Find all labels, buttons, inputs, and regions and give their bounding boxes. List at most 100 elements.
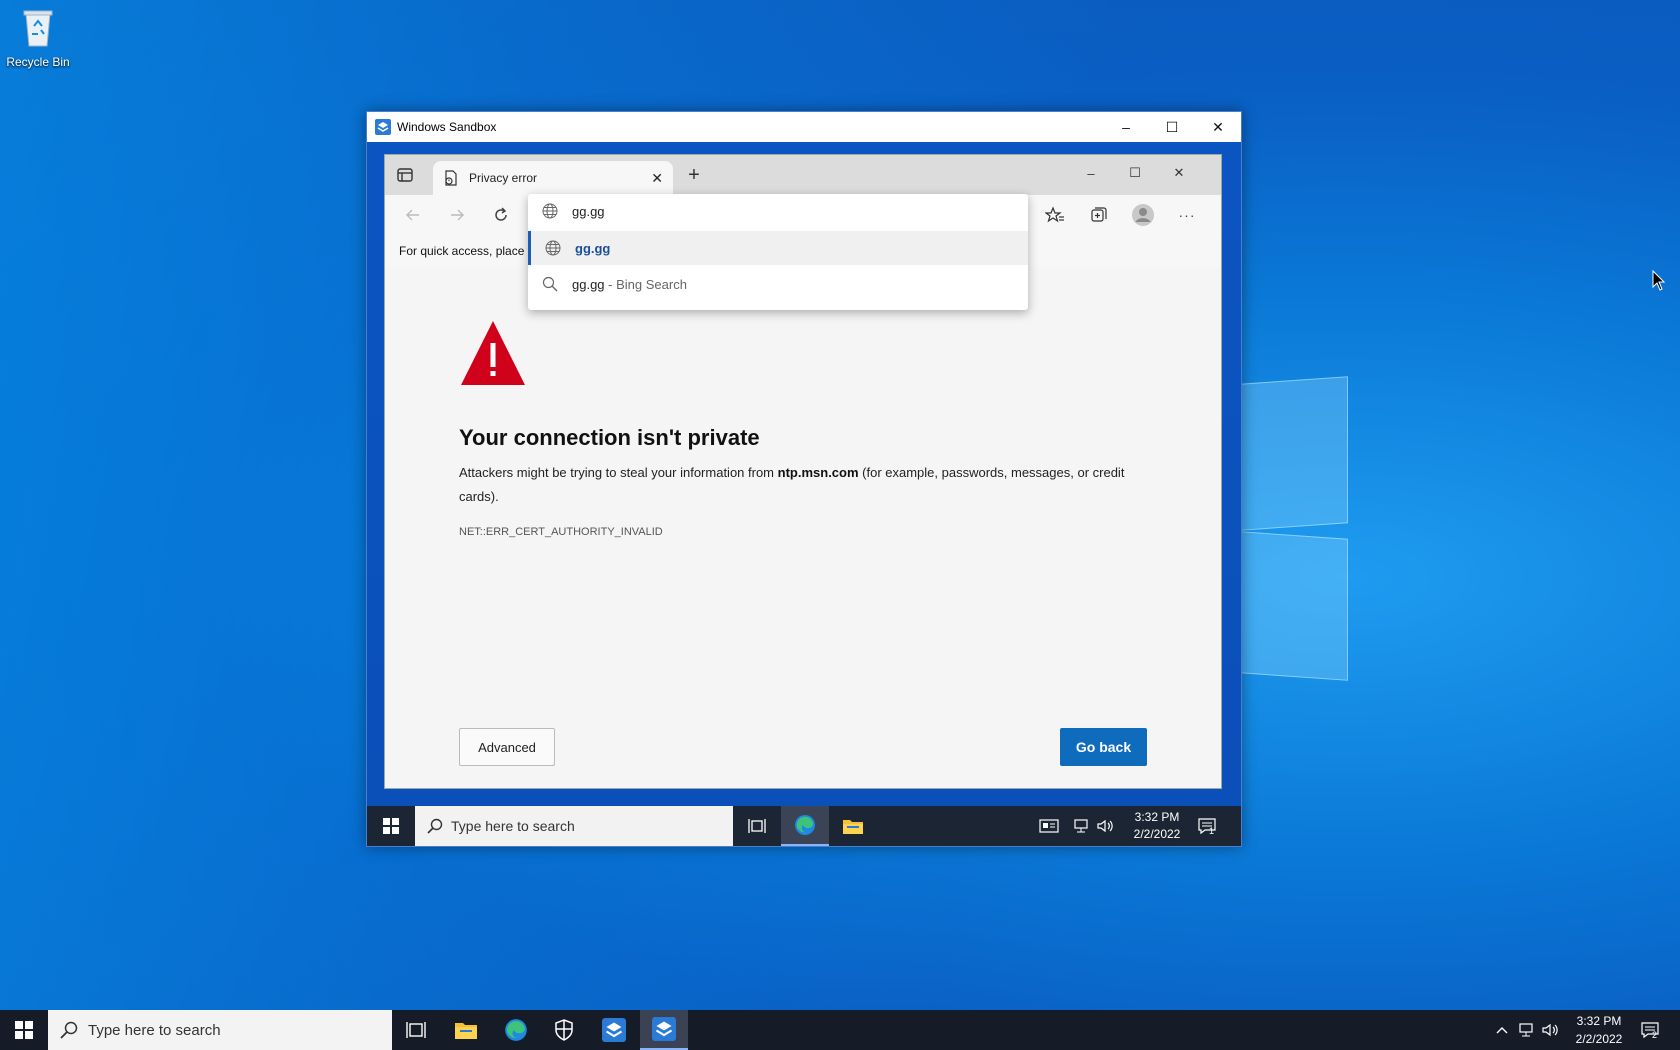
taskbar-clock[interactable]: 3:32 PM 2/2/2022 [1566,1012,1632,1048]
taskbar-search-box[interactable]: Type here to search [48,1010,392,1050]
search-query: gg.gg [572,276,605,292]
sandbox-titlebar[interactable]: Windows Sandbox – ☐ ✕ [367,112,1241,142]
sandbox-search-placeholder: Type here to search [451,818,575,834]
sandbox-start-button[interactable] [367,806,415,846]
sandbox-date: 2/2/2022 [1133,827,1181,841]
sandbox-notification-count: 1 [1209,826,1215,836]
tab-bar: Privacy error ✕ + – ☐ ✕ [385,155,1221,195]
tab-privacy-error[interactable]: Privacy error ✕ [433,161,673,195]
mouse-cursor-icon [1652,270,1666,291]
edge-icon [795,815,815,835]
address-dropdown: gg.gg gg.gg gg.gg - Bing Search [528,194,1028,310]
sandbox-task-view-button[interactable] [733,806,781,846]
sandbox-search-box[interactable]: Type here to search [415,806,733,846]
taskbar-security[interactable] [540,1010,588,1050]
sandbox-app-icon [652,1017,676,1041]
sandbox-news-icon[interactable] [1039,816,1059,836]
new-tab-button[interactable]: + [683,165,705,187]
volume-tray-button[interactable] [1540,1020,1560,1040]
forward-arrow-icon [451,209,464,221]
network-icon [1074,819,1088,833]
edge-maximize-button[interactable]: ☐ [1113,161,1157,185]
taskbar-time: 3:32 PM [1576,1014,1622,1028]
notification-center-button[interactable]: 2 [1640,1020,1660,1040]
sandbox-app-icon [375,119,391,135]
network-icon [1519,1023,1533,1037]
favorites-button[interactable] [1043,203,1067,227]
chevron-up-icon [1496,1027,1508,1034]
taskbar-date: 2/2/2022 [1575,1032,1623,1046]
profile-button[interactable] [1131,203,1155,227]
forward-button[interactable] [445,203,469,227]
recycle-bin-icon [23,10,53,47]
taskbar-file-explorer[interactable] [442,1010,490,1050]
sandbox-time: 3:32 PM [1134,810,1180,824]
task-view-icon [748,819,766,833]
taskbar-edge[interactable] [492,1010,540,1050]
sandbox-maximize-button[interactable]: ☐ [1149,112,1195,142]
sandbox-network-icon[interactable] [1071,816,1091,836]
tab-close-button[interactable]: ✕ [651,170,663,187]
file-explorer-icon [455,1023,477,1039]
task-view-button[interactable] [392,1010,440,1050]
sandbox-title: Windows Sandbox [397,120,497,134]
address-input[interactable]: gg.gg [572,204,605,219]
suggestion-search[interactable]: gg.gg - Bing Search [528,267,1028,301]
suggestion-url[interactable]: gg.gg [528,231,1028,265]
back-arrow-icon [406,209,419,221]
refresh-button[interactable] [489,203,513,227]
taskbar-sandbox-2[interactable] [640,1010,688,1050]
taskbar-search-placeholder: Type here to search [88,1021,221,1039]
search-icon [427,818,443,834]
sandbox-clock[interactable]: 3:32 PM 2/2/2022 [1127,809,1187,843]
edge-close-button[interactable]: ✕ [1157,161,1201,185]
start-button[interactable] [0,1010,48,1050]
search-icon [60,1021,78,1039]
privacy-error-favicon [445,170,457,186]
sandbox-close-button[interactable]: ✕ [1195,112,1241,142]
suggestion-url-text: gg.gg [575,240,611,256]
back-button[interactable] [401,203,425,227]
collections-button[interactable] [1087,203,1111,227]
sandbox-notifications[interactable]: 1 [1197,816,1217,836]
windows-logo-pane-tl [1240,376,1348,531]
news-widget-icon [1039,819,1059,833]
error-domain: ntp.msn.com [777,465,859,480]
favorites-star-icon [1045,206,1064,223]
windows-start-icon [383,818,399,834]
globe-icon [543,240,563,256]
sandbox-taskbar-edge[interactable] [781,806,829,846]
sandbox-taskbar-explorer[interactable] [829,806,877,846]
volume-icon [1542,1023,1558,1037]
error-page: Your connection isn't private Attackers … [385,267,1221,788]
advanced-button[interactable]: Advanced [459,728,555,766]
file-explorer-icon [843,820,863,834]
recycle-bin[interactable]: Recycle Bin [4,8,72,69]
more-menu-button[interactable]: ··· [1175,203,1199,227]
windows-start-icon [15,1021,33,1039]
taskbar: Type here to search 3:32 PM 2/2/2022 2 [0,1010,1680,1050]
go-back-button[interactable]: Go back [1060,728,1147,766]
tab-title: Privacy error [469,171,538,185]
warning-icon [461,321,525,385]
windows-logo-pane-bl [1240,531,1348,681]
address-input-row[interactable]: gg.gg [528,194,1028,228]
search-suffix: - Bing Search [604,276,687,292]
refresh-icon [495,207,507,221]
network-tray-button[interactable] [1516,1020,1536,1040]
sandbox-taskbar: Type here to search 3:32 PM 2/2/2022 1 [367,806,1241,846]
show-hidden-icons-button[interactable] [1492,1020,1512,1040]
globe-icon [540,203,560,219]
notification-count: 2 [1652,1030,1658,1040]
error-code: NET::ERR_CERT_AUTHORITY_INVALID [459,526,663,538]
collections-icon [1091,207,1107,222]
shield-icon [555,1019,573,1041]
volume-icon [1097,819,1113,833]
edge-icon [505,1019,527,1041]
recycle-bin-label: Recycle Bin [6,55,70,69]
taskbar-sandbox-1[interactable] [590,1010,638,1050]
sandbox-minimize-button[interactable]: – [1103,112,1149,142]
tab-actions-icon[interactable] [395,165,415,185]
sandbox-volume-icon[interactable] [1095,816,1115,836]
edge-minimize-button[interactable]: – [1069,161,1113,185]
